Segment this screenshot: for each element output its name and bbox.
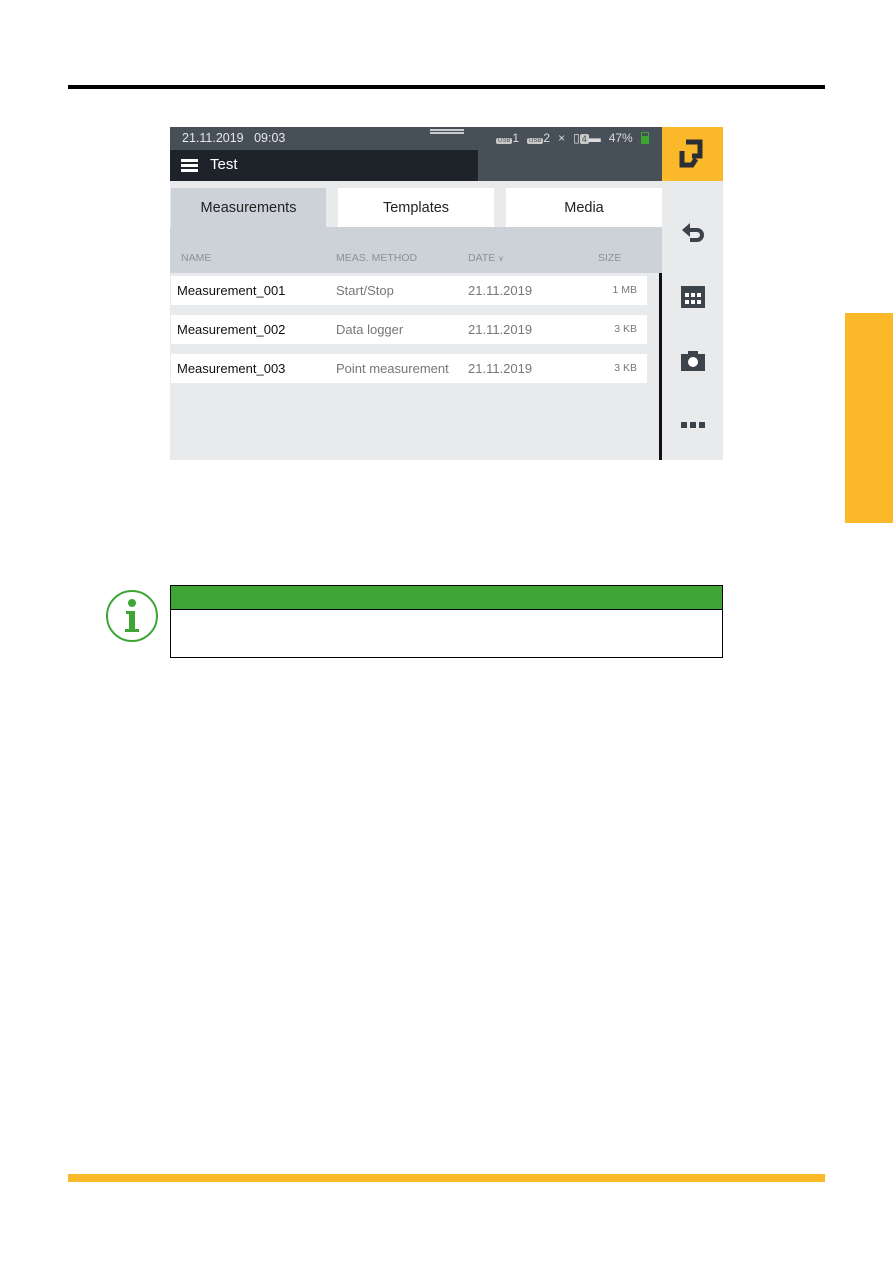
note-header bbox=[171, 586, 722, 610]
chapter-side-tab bbox=[845, 313, 893, 523]
channel-icon: ▯ 4 ▬ bbox=[573, 131, 601, 145]
column-date[interactable]: DATE ∨ bbox=[468, 252, 504, 264]
column-name[interactable]: NAME bbox=[181, 252, 211, 264]
status-datetime: 21.11.2019 09:03 bbox=[182, 131, 286, 145]
sort-desc-icon: ∨ bbox=[498, 254, 505, 263]
table-header: NAME MEAS. METHOD DATE ∨ SIZE bbox=[170, 227, 662, 273]
table-row[interactable]: Measurement_003 Point measurement 21.11.20… bbox=[171, 354, 647, 383]
calendar-icon[interactable] bbox=[680, 284, 706, 310]
manual-page: 21.11.2019 09:03 USB 1 USB 2 × ▯ 4 ▬ 47% Tes… bbox=[0, 0, 893, 1263]
device-screenshot: 21.11.2019 09:03 USB 1 USB 2 × ▯ 4 ▬ 47% Tes… bbox=[170, 127, 723, 460]
export-button[interactable] bbox=[662, 127, 723, 181]
tab-templates[interactable]: Templates bbox=[338, 188, 494, 227]
camera-icon[interactable] bbox=[680, 348, 706, 374]
tab-measurements[interactable]: Measurements bbox=[171, 188, 326, 227]
close-icon: × bbox=[558, 131, 566, 145]
column-method[interactable]: MEAS. METHOD bbox=[336, 252, 417, 264]
page-title: Test bbox=[210, 156, 238, 173]
pull-down-handle[interactable] bbox=[430, 129, 464, 134]
usb2-icon: USB 2 bbox=[527, 131, 551, 145]
menu-icon[interactable] bbox=[181, 159, 198, 173]
column-size[interactable]: SIZE bbox=[598, 252, 621, 264]
note-box bbox=[170, 585, 723, 658]
title-bar: Test bbox=[170, 150, 478, 181]
usb1-icon: USB 1 bbox=[496, 131, 520, 145]
undo-icon[interactable] bbox=[680, 221, 706, 247]
export-icon bbox=[679, 139, 703, 168]
info-icon bbox=[106, 590, 158, 642]
table-row[interactable]: Measurement_001 Start/Stop 21.11.2019 1 MB bbox=[171, 276, 647, 305]
side-toolbar bbox=[662, 181, 723, 460]
status-bar: 21.11.2019 09:03 USB 1 USB 2 × ▯ 4 ▬ 47% Tes… bbox=[170, 127, 662, 181]
tab-media[interactable]: Media bbox=[506, 188, 662, 227]
top-rule bbox=[68, 85, 825, 89]
battery-icon bbox=[640, 132, 649, 144]
status-icons: USB 1 USB 2 × ▯ 4 ▬ 47% bbox=[496, 131, 649, 145]
table-row[interactable]: Measurement_002 Data logger 21.11.2019 3 KB bbox=[171, 315, 647, 344]
more-icon[interactable] bbox=[680, 412, 706, 438]
battery-percent: 47% bbox=[608, 131, 633, 145]
bottom-rule bbox=[68, 1174, 825, 1182]
